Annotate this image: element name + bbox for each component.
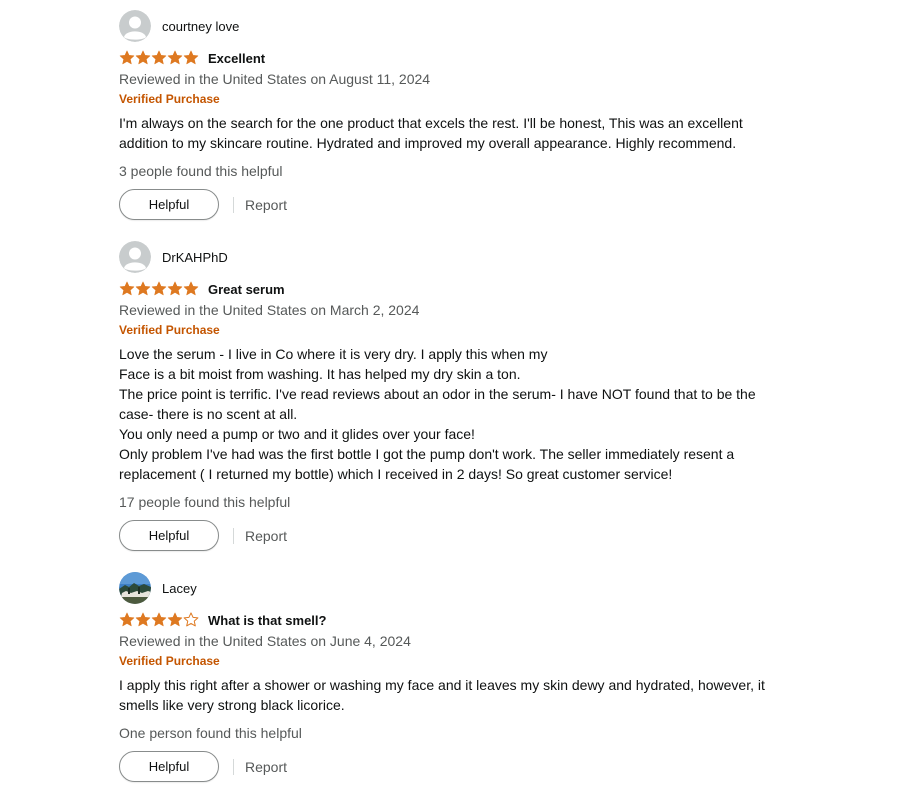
helpful-button[interactable]: Helpful	[119, 189, 219, 220]
default-avatar-icon	[119, 10, 151, 42]
review-card: courtney love Excellent Reviewed in the …	[119, 10, 799, 220]
action-divider	[233, 758, 234, 775]
star-empty-icon	[183, 612, 199, 627]
review-card: DrKAHPhD Great serum Reviewed in the Uni…	[119, 241, 799, 551]
review-body-line: You only need a pump or two and it glide…	[119, 426, 475, 442]
review-date: Reviewed in the United States on June 4,…	[119, 633, 411, 649]
star-filled-icon	[119, 281, 135, 296]
report-link[interactable]: Report	[245, 528, 287, 544]
review-card: Lacey What is that smell? Reviewed in th…	[119, 572, 799, 782]
review-body-line: I'm always on the search for the one pro…	[119, 115, 743, 131]
reviewer-profile[interactable]: courtney love	[119, 10, 799, 42]
review-body-line: case- there is no scent at all.	[119, 406, 298, 422]
verified-purchase-badge[interactable]: Verified Purchase	[119, 653, 799, 670]
review-body-line: addition to my skincare routine. Hydrate…	[119, 135, 737, 151]
review-body-line: I apply this right after a shower or was…	[119, 677, 765, 693]
star-rating[interactable]	[119, 612, 199, 628]
star-filled-icon	[167, 612, 183, 627]
star-filled-icon	[167, 281, 183, 296]
star-filled-icon	[151, 50, 167, 65]
star-filled-icon	[135, 281, 151, 296]
star-filled-icon	[183, 50, 199, 65]
review-body-line: Only problem I've had was the first bott…	[119, 446, 735, 462]
verified-purchase-badge[interactable]: Verified Purchase	[119, 91, 799, 108]
review-body: I'm always on the search for the one pro…	[119, 113, 799, 153]
star-filled-icon	[167, 50, 183, 65]
helpful-count: One person found this helpful	[119, 725, 302, 741]
action-divider	[233, 196, 234, 213]
helpful-count: 3 people found this helpful	[119, 163, 283, 179]
helpful-button[interactable]: Helpful	[119, 520, 219, 551]
review-body-line: The price point is terrific. I've read r…	[119, 386, 756, 402]
star-filled-icon	[151, 612, 167, 627]
review-body-line: Love the serum - I live in Co where it i…	[119, 346, 548, 362]
star-filled-icon	[183, 281, 199, 296]
star-filled-icon	[135, 50, 151, 65]
report-link[interactable]: Report	[245, 197, 287, 213]
report-link[interactable]: Report	[245, 759, 287, 775]
reviewer-profile[interactable]: Lacey	[119, 572, 799, 604]
review-title[interactable]: Excellent	[208, 51, 265, 66]
star-filled-icon	[135, 612, 151, 627]
photo-avatar-icon	[119, 572, 151, 604]
review-body: I apply this right after a shower or was…	[119, 675, 799, 715]
reviewer-name[interactable]: DrKAHPhD	[162, 250, 228, 265]
review-title[interactable]: What is that smell?	[208, 613, 326, 628]
star-filled-icon	[119, 50, 135, 65]
reviewer-name[interactable]: Lacey	[162, 581, 197, 596]
star-rating[interactable]	[119, 281, 199, 297]
reviewer-profile[interactable]: DrKAHPhD	[119, 241, 799, 273]
review-body-line: Face is a bit moist from washing. It has…	[119, 366, 521, 382]
review-body: Love the serum - I live in Co where it i…	[119, 344, 799, 484]
review-body-line: smells like very strong black licorice.	[119, 697, 345, 713]
helpful-count: 17 people found this helpful	[119, 494, 291, 510]
review-date: Reviewed in the United States on August …	[119, 71, 431, 87]
star-filled-icon	[151, 281, 167, 296]
review-body-line: replacement ( I returned my bottle) whic…	[119, 466, 673, 482]
star-rating[interactable]	[119, 50, 199, 66]
verified-purchase-badge[interactable]: Verified Purchase	[119, 322, 799, 339]
default-avatar-icon	[119, 241, 151, 273]
review-title[interactable]: Great serum	[208, 282, 285, 297]
star-filled-icon	[119, 612, 135, 627]
review-date: Reviewed in the United States on March 2…	[119, 302, 420, 318]
action-divider	[233, 527, 234, 544]
reviewer-name[interactable]: courtney love	[162, 19, 239, 34]
helpful-button[interactable]: Helpful	[119, 751, 219, 782]
